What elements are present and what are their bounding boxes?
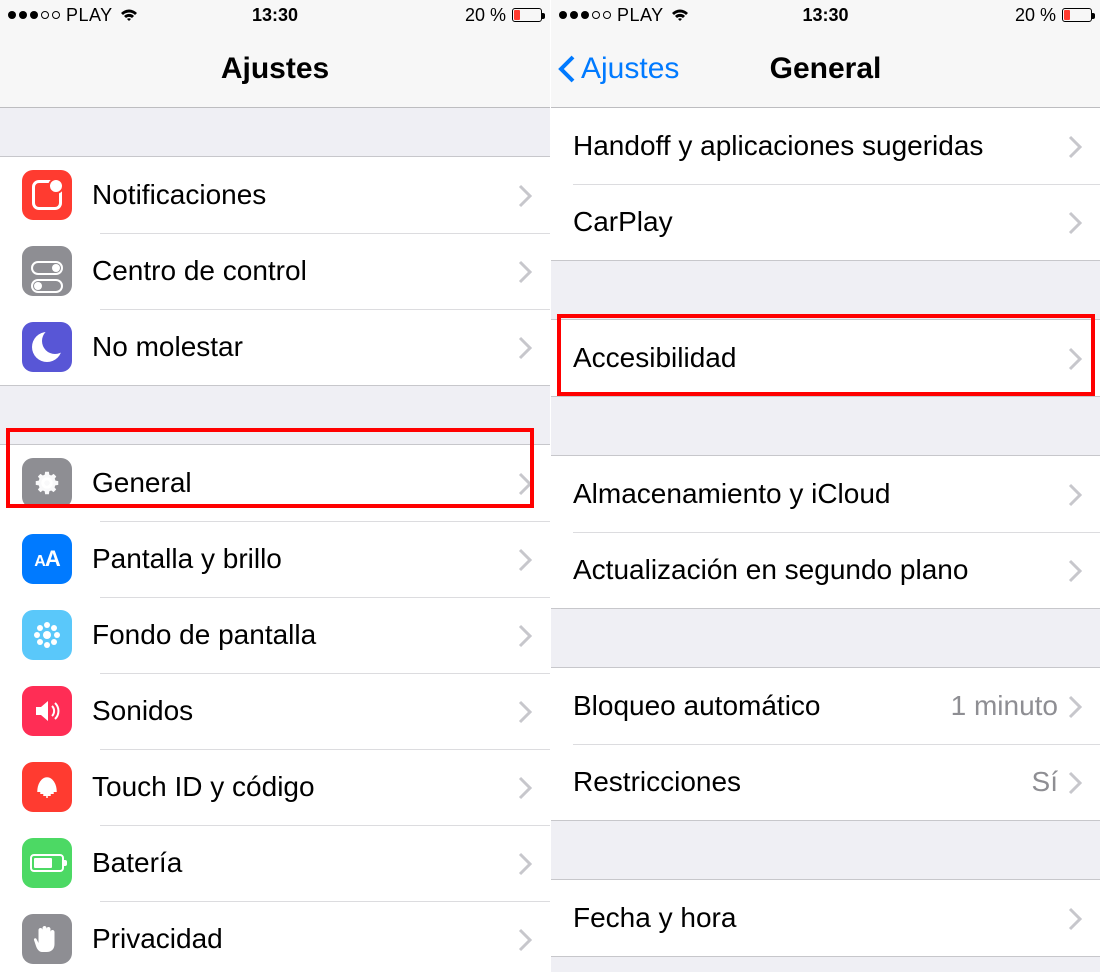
row-label: Handoff y aplicaciones sugeridas xyxy=(573,130,1068,162)
chevron-right-icon xyxy=(1068,346,1082,370)
chevron-right-icon xyxy=(518,623,532,647)
row-label: Touch ID y código xyxy=(92,771,518,803)
screen-settings: PLAY 13:30 20 % Ajustes Notificaciones xyxy=(0,0,550,972)
row-label: Batería xyxy=(92,847,518,879)
row-general[interactable]: General xyxy=(0,445,550,521)
row-label: Actualización en segundo plano xyxy=(573,554,1068,586)
chevron-right-icon xyxy=(518,699,532,723)
row-date-time[interactable]: Fecha y hora xyxy=(551,880,1100,956)
row-wallpaper[interactable]: Fondo de pantalla xyxy=(0,597,550,673)
row-label: Sonidos xyxy=(92,695,518,727)
row-accessibility[interactable]: Accesibilidad xyxy=(551,320,1100,396)
row-auto-lock[interactable]: Bloqueo automático 1 minuto xyxy=(551,668,1100,744)
carrier-label: PLAY xyxy=(617,5,664,26)
general-group-1: Handoff y aplicaciones sugeridas CarPlay xyxy=(551,108,1100,261)
row-battery[interactable]: Batería xyxy=(0,825,550,901)
chevron-right-icon xyxy=(518,775,532,799)
row-label: General xyxy=(92,467,518,499)
row-label: Restricciones xyxy=(573,766,1032,798)
chevron-left-icon xyxy=(557,54,577,84)
clock-label: 13:30 xyxy=(252,5,298,26)
chevron-right-icon xyxy=(518,927,532,951)
row-label: Pantalla y brillo xyxy=(92,543,518,575)
row-sounds[interactable]: Sonidos xyxy=(0,673,550,749)
row-label: Notificaciones xyxy=(92,179,518,211)
row-restrictions[interactable]: Restricciones Sí xyxy=(551,744,1100,820)
chevron-right-icon xyxy=(1068,558,1082,582)
general-group-2: Accesibilidad xyxy=(551,319,1100,397)
chevron-right-icon xyxy=(518,183,532,207)
hand-icon xyxy=(22,914,72,964)
wallpaper-icon xyxy=(22,610,72,660)
battery-icon xyxy=(1062,8,1092,22)
chevron-right-icon xyxy=(518,335,532,359)
chevron-right-icon xyxy=(1068,210,1082,234)
notifications-icon xyxy=(22,170,72,220)
chevron-right-icon xyxy=(1068,770,1082,794)
wifi-icon xyxy=(670,8,690,22)
status-bar: PLAY 13:30 20 % xyxy=(0,0,550,30)
row-label: Fondo de pantalla xyxy=(92,619,518,651)
row-value: 1 minuto xyxy=(951,690,1058,722)
row-label: CarPlay xyxy=(573,206,1068,238)
row-label: Centro de control xyxy=(92,255,518,287)
row-carplay[interactable]: CarPlay xyxy=(551,184,1100,260)
row-value: Sí xyxy=(1032,766,1058,798)
row-notifications[interactable]: Notificaciones xyxy=(0,157,550,233)
chevron-right-icon xyxy=(1068,694,1082,718)
chevron-right-icon xyxy=(1068,906,1082,930)
screen-general: PLAY 13:30 20 % Ajustes General Handoff … xyxy=(550,0,1100,972)
row-do-not-disturb[interactable]: No molestar xyxy=(0,309,550,385)
signal-strength-icon xyxy=(8,11,60,19)
page-title: General xyxy=(770,52,882,86)
row-control-center[interactable]: Centro de control xyxy=(0,233,550,309)
back-label: Ajustes xyxy=(581,52,679,86)
row-label: Privacidad xyxy=(92,923,518,955)
wifi-icon xyxy=(119,8,139,22)
row-label: Accesibilidad xyxy=(573,342,1068,374)
fingerprint-icon xyxy=(22,762,72,812)
back-button[interactable]: Ajustes xyxy=(551,52,679,86)
clock-label: 13:30 xyxy=(802,5,848,26)
control-center-icon xyxy=(22,246,72,296)
battery-icon xyxy=(512,8,542,22)
carrier-label: PLAY xyxy=(66,5,113,26)
signal-strength-icon xyxy=(559,11,611,19)
row-label: No molestar xyxy=(92,331,518,363)
settings-group-1: Notificaciones Centro de control No mole… xyxy=(0,156,550,386)
text-size-icon: AA xyxy=(22,534,72,584)
nav-bar: Ajustes xyxy=(0,30,550,108)
row-touch-id[interactable]: Touch ID y código xyxy=(0,749,550,825)
chevron-right-icon xyxy=(518,851,532,875)
row-privacy[interactable]: Privacidad xyxy=(0,901,550,972)
chevron-right-icon xyxy=(1068,482,1082,506)
row-handoff[interactable]: Handoff y aplicaciones sugeridas xyxy=(551,108,1100,184)
chevron-right-icon xyxy=(518,259,532,283)
chevron-right-icon xyxy=(518,547,532,571)
speaker-icon xyxy=(22,686,72,736)
row-background-refresh[interactable]: Actualización en segundo plano xyxy=(551,532,1100,608)
page-title: Ajustes xyxy=(221,52,329,86)
row-label: Fecha y hora xyxy=(573,902,1068,934)
settings-group-2: General AA Pantalla y brillo Fondo de pa… xyxy=(0,444,550,972)
row-label: Bloqueo automático xyxy=(573,690,951,722)
general-group-5: Fecha y hora xyxy=(551,879,1100,957)
general-group-3: Almacenamiento y iCloud Actualización en… xyxy=(551,455,1100,609)
row-display-brightness[interactable]: AA Pantalla y brillo xyxy=(0,521,550,597)
chevron-right-icon xyxy=(1068,134,1082,158)
general-group-4: Bloqueo automático 1 minuto Restriccione… xyxy=(551,667,1100,821)
chevron-right-icon xyxy=(518,471,532,495)
row-storage-icloud[interactable]: Almacenamiento y iCloud xyxy=(551,456,1100,532)
nav-bar: Ajustes General xyxy=(551,30,1100,108)
battery-percent-label: 20 % xyxy=(465,5,506,26)
status-bar: PLAY 13:30 20 % xyxy=(551,0,1100,30)
row-label: Almacenamiento y iCloud xyxy=(573,478,1068,510)
gear-icon xyxy=(22,458,72,508)
battery-icon xyxy=(22,838,72,888)
moon-icon xyxy=(22,322,72,372)
battery-percent-label: 20 % xyxy=(1015,5,1056,26)
